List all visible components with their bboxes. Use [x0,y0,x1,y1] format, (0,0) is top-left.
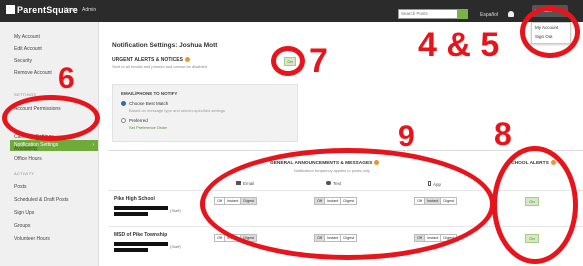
row-school-name: Pike High School [114,196,155,202]
annotation-label-7: 7 [309,42,328,80]
notify-method-panel: EMAIL/PHONE TO NOTIFY Choose Best Match … [112,84,298,142]
choose-best-match-description: Based on message type and sender-specifi… [129,108,226,113]
chevron-right-icon: › [92,142,94,148]
sidebar-item-edit-account[interactable]: Edit Account [14,46,42,52]
bell-icon[interactable] [508,11,514,17]
preferred-radio[interactable] [121,118,126,123]
annotation-label-8: 8 [494,116,512,152]
search-posts-input[interactable]: Search Posts [398,9,458,19]
redacted-name [114,212,148,216]
sidebar-item-scheduled-draft-posts[interactable]: Scheduled & Draft Posts [14,197,68,203]
row-role: (Staff) [170,244,181,249]
set-preference-order-link[interactable]: Set Preference Order [129,125,167,130]
urgent-alerts-title: URGENT ALERTS & NOTICES [112,57,190,63]
choose-best-match-label: Choose Best Match [129,101,169,106]
sidebar-item-sign-ups[interactable]: Sign Ups [14,210,34,216]
nav-home-link[interactable]: Home [64,7,77,13]
annotation-circle-user-menu [520,6,580,58]
annotation-label-9: 9 [398,120,415,153]
annotation-circle-notification-settings [2,95,100,141]
annotation-label-4-and-5: 4 & 5 [418,26,500,64]
redacted-name [114,248,148,252]
top-navigation-bar: ParentSquare Home Admin Search Posts Esp… [0,0,583,22]
annotation-circle-school-alerts [492,146,578,264]
redacted-name [114,206,168,210]
sidebar-item-groups[interactable]: Groups [14,223,30,229]
annotation-label-6: 6 [58,62,75,95]
sidebar-item-volunteer-hours[interactable]: Volunteer Hours [14,236,50,242]
choose-best-match-radio[interactable] [121,101,126,106]
sidebar-item-remove-account[interactable]: Remove Account [14,70,52,76]
sidebar-item-availability[interactable]: Availability [14,146,38,152]
annotation-circle-urgent-toggle [271,46,305,76]
sidebar-activity-header: ACTIVITY [14,171,35,176]
row-role: (Staff) [170,208,181,213]
sidebar-item-posts[interactable]: Posts [14,184,27,190]
sidebar-item-security[interactable]: Security [14,58,32,64]
notify-panel-header: EMAIL/PHONE TO NOTIFY [121,91,178,96]
urgent-alerts-subtitle: Sent to all emails and phones and cannot… [112,64,207,69]
sidebar: My Account Edit Account Security Remove … [0,22,99,266]
language-link[interactable]: Español [480,12,498,18]
search-button[interactable] [458,9,468,19]
annotation-circle-general-announcements [200,148,495,260]
page-title: Notification Settings: Joshua Mott [112,42,218,49]
warning-icon [184,57,190,62]
sidebar-item-my-account[interactable]: My Account [14,34,40,40]
nav-admin-link[interactable]: Admin [82,7,96,13]
seg-off[interactable]: Off [215,235,225,241]
redacted-name [114,242,168,246]
preferred-label: Preferred [129,118,148,123]
row-school-name: MSD of Pike Township [114,232,168,238]
logo-icon [6,5,15,14]
sidebar-item-office-hours[interactable]: Office Hours [14,156,42,162]
